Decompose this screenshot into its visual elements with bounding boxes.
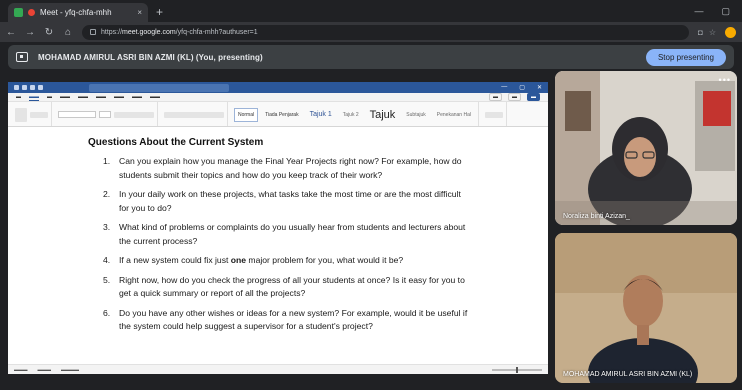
home-icon[interactable]: ⌂ <box>63 27 73 38</box>
clipboard-icon[interactable] <box>30 111 48 118</box>
status-language[interactable]: ▬▬▬▬ <box>61 367 79 372</box>
shared-screen-word-window: — ▢ ✕ ▬ ▬▬ ▬ ▬▬ ▬▬ ▬▬ ▬▬ ▬▬ ▬▬ ▬ ▬ ▬ Nor… <box>8 82 548 374</box>
camera-indicator-icon[interactable]: ◘ <box>698 28 703 37</box>
site-info-icon[interactable] <box>90 29 96 35</box>
font-name-select[interactable] <box>58 111 96 118</box>
word-search-box[interactable] <box>89 83 229 92</box>
menu-tab[interactable]: ▬▬ <box>132 94 142 100</box>
question-item: 6. Do you have any other wishes or ideas … <box>103 307 468 332</box>
minimize-icon[interactable]: — <box>694 6 703 17</box>
ribbon-group-editing <box>482 102 507 126</box>
window-controls: — ▢ <box>694 6 742 22</box>
forward-icon[interactable]: → <box>25 27 35 38</box>
word-ribbon: Normal Tiada Penjarak Tajuk 1 Tajuk 2 Ta… <box>8 102 548 127</box>
browser-tab-strip: Meet - yfq-chfa-mhh × + — ▢ <box>0 0 742 22</box>
style-no-spacing[interactable]: Tiada Penjarak <box>261 108 302 122</box>
question-item: 4. If a new system could fix just one maj… <box>103 255 404 265</box>
maximize-icon[interactable]: ▢ <box>721 6 730 17</box>
font-size-select[interactable] <box>99 111 111 118</box>
participant-tile-2[interactable]: MOHAMAD AMIRUL ASRI BIN AZMI (KL) <box>555 233 737 383</box>
participant-video-1 <box>555 71 737 225</box>
menu-tab-active[interactable]: ▬▬ <box>29 94 39 101</box>
style-subtle-emphasis[interactable]: Penekanan Hal <box>433 108 475 122</box>
word-close-icon[interactable]: ✕ <box>537 84 542 91</box>
profile-avatar-icon[interactable] <box>725 26 736 38</box>
word-menu-tabs: ▬ ▬▬ ▬ ▬▬ ▬▬ ▬▬ ▬▬ ▬▬ ▬▬ ▬ ▬ ▬ <box>8 93 548 102</box>
menu-tab[interactable]: ▬ <box>47 94 52 100</box>
ribbon-group-clipboard <box>12 102 52 126</box>
paragraph-icons[interactable] <box>164 111 224 118</box>
ribbon-group-font <box>55 102 158 126</box>
style-title[interactable]: Tajuk <box>366 108 400 122</box>
style-subtitle[interactable]: Subtajuk <box>402 108 429 122</box>
present-screen-icon <box>16 52 28 62</box>
question-list: 1. Can you explain how you manage the Fin… <box>103 155 473 340</box>
style-heading-1[interactable]: Tajuk 1 <box>306 108 336 122</box>
menu-tab[interactable]: ▬▬ <box>96 94 106 100</box>
style-heading-2[interactable]: Tajuk 2 <box>339 108 363 122</box>
word-status-bar: ▬▬▬ ▬▬▬ ▬▬▬▬ <box>8 364 548 374</box>
reload-icon[interactable]: ↻ <box>44 27 54 38</box>
browser-tab-meet[interactable]: Meet - yfq-chfa-mhh × <box>8 3 148 22</box>
question-item: 3. What kind of problems or complaints do… <box>103 222 466 246</box>
status-page-info[interactable]: ▬▬▬ <box>14 367 28 372</box>
menu-tab[interactable]: ▬▬ <box>60 94 70 100</box>
find-replace-icons[interactable] <box>484 111 503 118</box>
more-options-icon[interactable]: ••• <box>719 75 731 85</box>
meet-favicon-icon <box>14 8 23 17</box>
editing-button[interactable]: ▬ <box>508 93 521 101</box>
word-title-bar: — ▢ ✕ <box>8 82 548 93</box>
participant-name-2: MOHAMAD AMIRUL ASRI BIN AZMI (KL) <box>563 371 693 378</box>
url-text: https://meet.google.com/yfq-chfa-mhh?aut… <box>101 28 258 36</box>
participant-video-2 <box>555 233 737 383</box>
question-item: 2. In your daily work on these projects, … <box>103 189 461 213</box>
participant-name-1: Noraliza binti Azizan_ <box>563 213 630 220</box>
word-minimize-icon[interactable]: — <box>501 84 507 91</box>
question-item: 1. Can you explain how you manage the Fin… <box>103 156 462 180</box>
style-normal[interactable]: Normal <box>234 107 259 122</box>
ribbon-group-styles: Normal Tiada Penjarak Tajuk 1 Tajuk 2 Ta… <box>231 102 479 126</box>
address-bar: ← → ↻ ⌂ https://meet.google.com/yfq-chfa… <box>0 22 742 42</box>
question-item: 5. Right now, how do you check the progre… <box>103 274 465 299</box>
comments-button[interactable]: ▬ <box>489 93 502 101</box>
ribbon-group-paragraph <box>161 102 228 126</box>
font-format-icons[interactable] <box>114 111 154 118</box>
menu-tab[interactable]: ▬ <box>16 94 21 100</box>
tab-close-icon[interactable]: × <box>137 8 142 17</box>
participant-tile-1[interactable]: ••• Noraliza binti Azizan_ <box>555 71 737 225</box>
toolbar-right: ◘ ☆ <box>698 28 716 37</box>
zoom-slider[interactable] <box>492 366 542 373</box>
status-word-count[interactable]: ▬▬▬ <box>38 367 52 372</box>
word-window-controls: — ▢ ✕ <box>501 84 542 91</box>
menu-tab[interactable]: ▬▬ <box>114 94 124 100</box>
menu-right-actions: ▬ ▬ ▬ <box>489 93 540 101</box>
paste-icon[interactable] <box>15 107 27 122</box>
url-omnibox[interactable]: https://meet.google.com/yfq-chfa-mhh?aut… <box>82 24 689 40</box>
stop-presenting-button[interactable]: Stop presenting <box>645 48 726 66</box>
document-heading: Questions About the Current System <box>88 137 264 148</box>
tab-title: Meet - yfq-chfa-mhh <box>40 8 112 17</box>
share-button[interactable]: ▬ <box>527 93 540 101</box>
presenter-label: MOHAMAD AMIRUL ASRI BIN AZMI (KL) (You, … <box>38 52 263 62</box>
back-icon[interactable]: ← <box>6 27 16 38</box>
bookmark-star-icon[interactable]: ☆ <box>709 28 716 37</box>
new-tab-button[interactable]: + <box>156 5 163 19</box>
menu-tab[interactable]: ▬▬ <box>78 94 88 100</box>
recording-dot-icon <box>28 9 35 16</box>
quick-access-toolbar <box>14 85 43 90</box>
presenting-banner: MOHAMAD AMIRUL ASRI BIN AZMI (KL) (You, … <box>8 45 734 69</box>
document-page[interactable]: Questions About the Current System 1. Can… <box>8 128 548 364</box>
word-maximize-icon[interactable]: ▢ <box>519 84 525 91</box>
menu-tab[interactable]: ▬▬ <box>150 94 160 100</box>
